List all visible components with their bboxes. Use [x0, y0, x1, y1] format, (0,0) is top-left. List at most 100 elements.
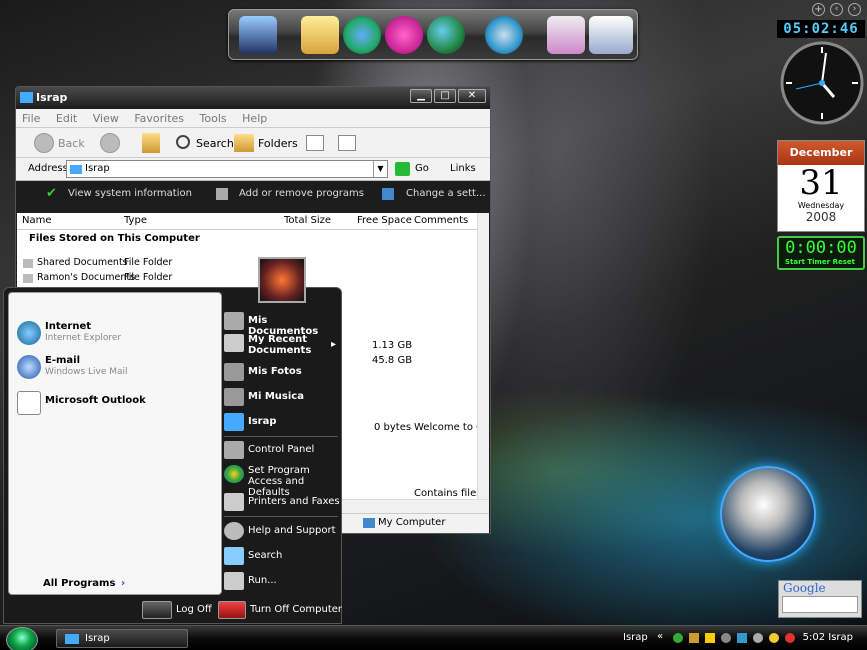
folder-icon[interactable]: [301, 16, 339, 54]
search-button[interactable]: Search: [196, 137, 234, 150]
start-item-program-access[interactable]: Set Program Access and Defaults: [222, 465, 340, 498]
minimize-button[interactable]: ▁: [410, 89, 432, 103]
vertical-scrollbar[interactable]: [477, 213, 489, 499]
column-headers: Name Type Total Size Free Space Comments: [17, 213, 489, 230]
menu-view[interactable]: View: [93, 112, 119, 125]
users-icon[interactable]: [343, 16, 381, 54]
start-item-label: Help and Support: [248, 525, 336, 536]
log-off-label: Log Off: [176, 604, 212, 615]
menu-bar: File Edit View Favorites Tools Help: [16, 109, 490, 128]
close-button[interactable]: ✕: [458, 89, 486, 103]
menu-file[interactable]: File: [22, 112, 40, 125]
menu-tools[interactable]: Tools: [200, 112, 227, 125]
start-timer-button[interactable]: Start Timer: [785, 258, 830, 266]
computer-icon: [363, 518, 375, 528]
column-type[interactable]: Type: [124, 215, 147, 226]
google-search-input[interactable]: [782, 596, 858, 613]
tray-expand-icon[interactable]: «: [657, 631, 663, 642]
folders-icon[interactable]: [234, 134, 254, 152]
start-item-recent-documents[interactable]: My Recent Documents ▸: [222, 334, 340, 360]
dock: [228, 9, 638, 60]
program-access-icon: [224, 465, 244, 483]
forward-arrow-icon[interactable]: [100, 133, 120, 153]
tray-icon[interactable]: [753, 633, 763, 643]
start-item-label: Israp: [248, 416, 277, 427]
documents-icon: [224, 312, 244, 330]
gadget-add-icon[interactable]: +: [812, 3, 825, 16]
tray-icon[interactable]: [769, 633, 779, 643]
log-off-button[interactable]: Log Off: [142, 600, 214, 620]
task-view-system-info[interactable]: View system information: [68, 181, 192, 207]
menu-favorites[interactable]: Favorites: [134, 112, 184, 125]
power-icon: [218, 601, 246, 619]
pinned-outlook[interactable]: Microsoft Outlook: [17, 389, 217, 421]
taskbar-clock[interactable]: 5:02 Israp: [803, 632, 853, 643]
all-programs-button[interactable]: All Programs ›: [43, 578, 193, 594]
tray-icon[interactable]: [673, 633, 683, 643]
gadget-prev-icon[interactable]: ‹: [830, 3, 843, 16]
tray-toolbar-label[interactable]: Israp: [623, 632, 648, 643]
go-button[interactable]: Go: [415, 163, 429, 174]
address-input[interactable]: Israp ▼: [66, 160, 388, 178]
printer-icon: [224, 493, 244, 511]
address-label: Address: [28, 163, 68, 174]
task-change-setting[interactable]: Change a sett...: [406, 181, 486, 207]
window-titlebar[interactable]: Israp ▁ □ ✕: [16, 87, 490, 109]
column-free-space[interactable]: Free Space: [357, 215, 412, 226]
shield-icon[interactable]: [705, 633, 715, 643]
column-total-size[interactable]: Total Size: [284, 215, 331, 226]
tray-icon[interactable]: [737, 633, 747, 643]
column-name[interactable]: Name: [22, 215, 52, 226]
turn-off-label: Turn Off Computer: [250, 604, 343, 615]
reset-timer-button[interactable]: Reset: [833, 258, 855, 266]
browser-window-icon[interactable]: [589, 16, 633, 54]
divider: [224, 516, 338, 517]
table-row[interactable]: Ramon's Documents File Folder: [23, 272, 263, 286]
up-folder-icon[interactable]: [142, 133, 160, 153]
folders-button[interactable]: Folders: [258, 137, 298, 150]
tray-icon[interactable]: [721, 633, 731, 643]
tray-icon[interactable]: [689, 633, 699, 643]
views-icon[interactable]: [306, 135, 324, 151]
calendar-weekday: Wednesday: [797, 201, 845, 210]
menu-edit[interactable]: Edit: [56, 112, 77, 125]
pinned-internet[interactable]: Internet Internet Explorer: [17, 319, 217, 351]
back-button[interactable]: Back: [58, 137, 85, 150]
go-arrow-icon[interactable]: [395, 162, 410, 176]
column-comments[interactable]: Comments: [414, 215, 468, 226]
computer-icon[interactable]: [239, 16, 277, 54]
task-add-remove-programs[interactable]: Add or remove programs: [239, 181, 364, 207]
back-arrow-icon[interactable]: [34, 133, 54, 153]
search-icon[interactable]: [176, 135, 190, 149]
chat-icon[interactable]: [485, 16, 523, 54]
recycle-bin-icon[interactable]: [547, 16, 585, 54]
maximize-button[interactable]: □: [434, 89, 456, 103]
table-row[interactable]: Shared Documents File Folder: [23, 257, 263, 271]
taskbar-button-israp[interactable]: Israp: [56, 629, 188, 648]
media-icon[interactable]: [385, 16, 423, 54]
gadget-next-icon[interactable]: ›: [848, 3, 861, 16]
row-name: Ramon's Documents: [37, 272, 136, 283]
turn-off-button[interactable]: Turn Off Computer: [218, 600, 343, 620]
start-button[interactable]: [6, 627, 38, 650]
all-programs-label: All Programs: [43, 578, 116, 589]
address-dropdown-icon[interactable]: ▼: [373, 161, 387, 177]
internet-explorer-icon: [17, 321, 41, 345]
tray-icon[interactable]: [785, 633, 795, 643]
show-hide-icon[interactable]: [338, 135, 356, 151]
control-panel-icon: [382, 188, 394, 200]
globe-icon[interactable]: [427, 16, 465, 54]
run-icon: [224, 572, 244, 590]
control-panel-icon: [224, 441, 244, 459]
start-item-label: Mi Musica: [248, 391, 304, 402]
user-picture[interactable]: [258, 257, 306, 303]
address-value: Israp: [85, 163, 110, 174]
pinned-title: Internet: [45, 321, 92, 332]
drive-total-size: 1.13 GB: [372, 340, 413, 351]
links-button[interactable]: Links: [450, 163, 476, 174]
calendar-year: 2008: [805, 210, 837, 224]
recent-documents-icon: [224, 334, 244, 352]
pinned-email[interactable]: E-mail Windows Live Mail: [17, 353, 217, 385]
google-gadget: Google: [778, 580, 862, 618]
menu-help[interactable]: Help: [242, 112, 267, 125]
